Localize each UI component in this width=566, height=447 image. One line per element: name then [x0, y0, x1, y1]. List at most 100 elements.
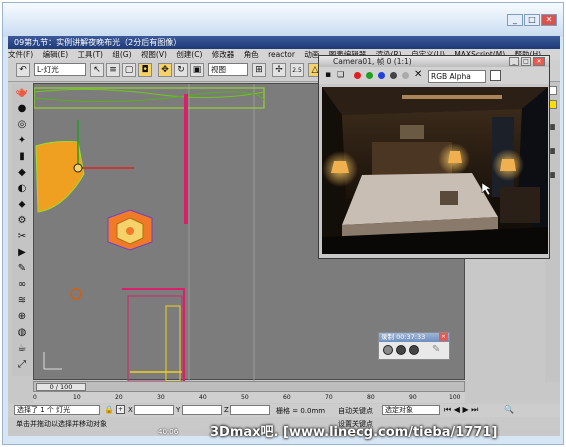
select-arrow-icon[interactable]: ↖ — [90, 63, 104, 77]
reference-coord-dropdown[interactable]: 视图 — [208, 63, 248, 76]
spacewarp-icon[interactable]: ◐ — [14, 182, 30, 195]
torus-icon[interactable]: ◎ — [14, 118, 30, 131]
display-icon[interactable]: ▶ — [14, 246, 30, 259]
undo-icon[interactable]: ↶ — [16, 63, 30, 77]
select-by-name-icon[interactable]: ≡ — [106, 63, 120, 77]
cove-light — [402, 95, 502, 99]
maximize-button[interactable]: □ — [524, 14, 540, 26]
save-icon[interactable]: ▪ — [325, 70, 331, 80]
door-wire — [127, 295, 183, 381]
lamp-center — [448, 151, 462, 163]
helper-icon[interactable]: ◆ — [14, 166, 30, 179]
y-label: Y — [176, 406, 181, 414]
bind-icon[interactable]: ⊕ — [14, 310, 30, 323]
x-label: X — [128, 406, 133, 414]
hierarchy-icon[interactable]: ⚙ — [14, 214, 30, 227]
render-maximize-button[interactable]: □ — [521, 57, 531, 66]
select-manipulate-icon[interactable]: ✢ — [272, 63, 286, 77]
axis-icon[interactable]: ⤢ — [14, 358, 30, 371]
render-icon[interactable]: ☕ — [14, 342, 30, 355]
menu-reactor[interactable]: reactor — [268, 50, 295, 59]
clear-icon[interactable]: ✕ — [414, 69, 422, 80]
lock-icon[interactable]: 🔒 — [104, 405, 114, 414]
material-icon[interactable]: ◍ — [14, 326, 30, 339]
menu-tools[interactable]: 工具(T) — [78, 50, 103, 59]
minimize-button[interactable]: _ — [507, 14, 523, 26]
menu-views[interactable]: 视图(V) — [141, 50, 167, 59]
x-coordinate-field[interactable] — [134, 405, 174, 415]
render-minimize-button[interactable]: _ — [509, 57, 519, 66]
mono-channel-icon[interactable] — [402, 72, 409, 79]
green-channel-icon[interactable] — [366, 72, 373, 79]
menu-character[interactable]: 角色 — [244, 50, 259, 59]
alpha-channel-icon[interactable] — [390, 72, 397, 79]
tick-label: 10 — [73, 394, 81, 401]
video-timestamp: 40:06 — [158, 428, 179, 436]
link-icon[interactable]: ∞ — [14, 278, 30, 291]
max-title-bar: 09第九节：实例讲解夜晚布光（2分后有图像） — [8, 36, 560, 49]
bed — [342, 173, 498, 225]
tick-label: 60 — [283, 394, 291, 401]
rect-region-icon[interactable]: ▢ — [122, 63, 136, 77]
pause-button[interactable] — [396, 345, 406, 355]
tick-label: 50 — [241, 394, 249, 401]
status-bar-top: 选择了 1 个 灯光 🔒 + X Y Z 栅格 = 0.0mm 自动关键点 选定… — [8, 404, 560, 417]
key-filter-dropdown[interactable]: 选定对象 — [382, 405, 440, 415]
move-icon[interactable]: ✥ — [158, 63, 172, 77]
selection-status: 选择了 1 个 灯光 — [14, 405, 100, 415]
rendered-image — [322, 87, 548, 254]
selection-filter-dropdown[interactable]: L-灯光 — [34, 63, 86, 76]
clone-icon[interactable]: ❏ — [337, 70, 344, 79]
modifier-icon[interactable]: ⬥ — [14, 198, 30, 211]
zoom-icon[interactable]: 🔍 — [504, 405, 514, 414]
rotate-icon[interactable]: ↻ — [174, 63, 188, 77]
absolute-mode-icon[interactable]: + — [116, 405, 125, 414]
tick-label: 40 — [199, 394, 207, 401]
pen-icon[interactable]: ✎ — [432, 344, 440, 355]
render-close-button[interactable]: ✕ — [533, 57, 545, 66]
painting — [400, 125, 424, 139]
dresser — [500, 187, 540, 223]
background-color-swatch[interactable] — [490, 70, 501, 81]
window-title: 09第九节：实例讲解夜晚布光（2分后有图像） — [14, 38, 182, 47]
tick-label: 90 — [409, 394, 417, 401]
teapot-icon[interactable]: 🫖 — [14, 86, 30, 99]
record-button[interactable] — [383, 345, 393, 355]
z-coordinate-field[interactable] — [230, 405, 270, 415]
playback-controls[interactable]: ⏮ ◀ ▶ ⏭ — [444, 405, 478, 415]
light-pivot — [73, 163, 83, 173]
recorder-close-button[interactable]: ✕ — [439, 333, 448, 341]
blue-channel-icon[interactable] — [378, 72, 385, 79]
sphere-icon[interactable]: ● — [14, 102, 30, 115]
utilities-icon[interactable]: ✎ — [14, 262, 30, 275]
red-channel-icon[interactable] — [354, 72, 361, 79]
y-coordinate-field[interactable] — [182, 405, 222, 415]
autokey-button[interactable]: 自动关键点 — [338, 406, 373, 416]
light-icon[interactable]: ✦ — [14, 134, 30, 147]
menu-modifiers[interactable]: 修改器 — [212, 50, 235, 59]
menu-create[interactable]: 创建(C) — [176, 50, 202, 59]
camera-icon[interactable]: ▮ — [14, 150, 30, 163]
motion-icon[interactable]: ✂ — [14, 230, 30, 243]
wall-wire — [122, 288, 185, 381]
spotlight-center — [126, 227, 134, 235]
watermark-caption: 3Dmax吧. [www.linecg.com/tieba/1771] — [210, 425, 498, 440]
stop-button[interactable] — [409, 345, 419, 355]
unlink-icon[interactable]: ≋ — [14, 294, 30, 307]
tick-label: 80 — [367, 394, 375, 401]
time-slider[interactable]: 0 / 100 — [33, 381, 465, 392]
window-crossing-icon[interactable]: ◘ — [138, 63, 152, 77]
light-gizmo — [35, 141, 85, 213]
close-button[interactable]: ✕ — [541, 14, 557, 26]
pivot-icon[interactable]: ⊞ — [252, 63, 266, 77]
channel-dropdown[interactable]: RGB Alpha — [428, 70, 486, 83]
menu-edit[interactable]: 编辑(E) — [43, 50, 69, 59]
tick-label: 30 — [157, 394, 165, 401]
scale-icon[interactable]: ▣ — [190, 63, 204, 77]
menu-file[interactable]: 文件(F) — [8, 50, 33, 59]
time-slider-thumb[interactable]: 0 / 100 — [36, 383, 86, 391]
snap-toggle-icon[interactable]: 2.5 — [290, 63, 304, 77]
lamp-right — [500, 159, 516, 171]
armchair — [440, 191, 458, 205]
menu-group[interactable]: 组(G) — [112, 50, 131, 59]
